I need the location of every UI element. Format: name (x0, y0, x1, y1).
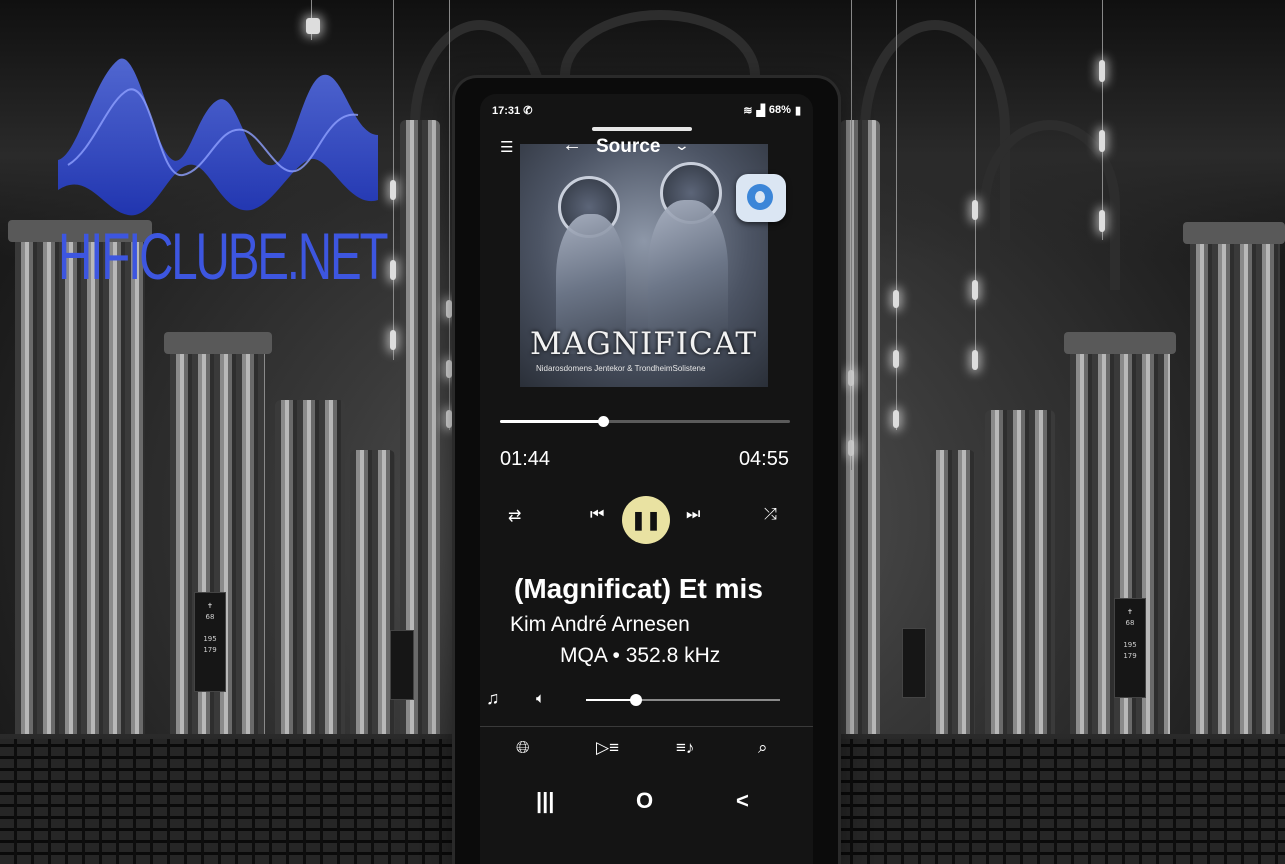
pillar (1190, 230, 1280, 774)
hanging-lamp (972, 280, 978, 300)
album-art[interactable]: MAGNIFICAT Nidarosdomens Jentekor & Tron… (520, 144, 768, 387)
volume-fill (586, 699, 637, 701)
hanging-lamp (390, 260, 396, 280)
source-title[interactable]: Source (596, 136, 660, 158)
hanging-lamp (446, 300, 452, 318)
pillar (15, 230, 145, 774)
status-left: 17:31 ✆ (492, 104, 532, 117)
hanging-lamp (306, 18, 320, 34)
hanging-lamp (893, 410, 899, 428)
elapsed-time: 01:44 (500, 448, 551, 470)
signal-icon: ▟ (756, 104, 765, 117)
android-nav-bar: ||| O < (480, 784, 813, 820)
status-right: ≋ ▟ 68% ▮ (743, 104, 801, 117)
search-icon[interactable]: ⌕ (758, 738, 768, 758)
pause-icon: ❚❚ (630, 510, 662, 530)
hanging-lamp (972, 200, 978, 220)
music-player-screen: 17:31 ✆ ≋ ▟ 68% ▮ ☰ MAGNIFICAT Nidarosdo… (480, 94, 813, 864)
seek-bar[interactable] (500, 416, 790, 427)
drag-handle[interactable] (592, 127, 692, 131)
hymn-board: ✝ 68 195 179 (1114, 598, 1146, 698)
seek-bar-thumb[interactable] (597, 416, 609, 427)
track-artist[interactable]: Kim André Arnesen (510, 613, 690, 637)
pillar (840, 120, 880, 774)
status-bar: 17:31 ✆ ≋ ▟ 68% ▮ (492, 102, 801, 118)
repeat-icon[interactable]: ⇄ (508, 506, 521, 526)
total-time: 04:55 (738, 448, 789, 470)
hanging-lamp (893, 350, 899, 368)
pillar (985, 410, 1055, 774)
pause-button[interactable]: ❚❚ (622, 496, 670, 544)
volume-row: ♫ 🔈︎ (480, 688, 813, 712)
logo-text: HIFICLUBE.NET (58, 219, 389, 293)
volume-thumb[interactable] (630, 694, 643, 706)
hanging-lamp (1099, 210, 1105, 232)
divider (480, 726, 813, 727)
wifi-icon: ≋ (743, 104, 753, 117)
speaker-icon[interactable]: 🔈︎ (536, 690, 545, 707)
hanging-lamp (1099, 130, 1105, 152)
hanging-lamp (1099, 60, 1105, 82)
pillar (350, 450, 395, 774)
hanging-lamp (446, 360, 452, 378)
volume-slider[interactable] (586, 694, 780, 706)
hanging-lamp (390, 330, 396, 350)
pillar (275, 400, 345, 774)
hanging-lamp (848, 440, 854, 456)
hanging-lamp (893, 290, 899, 308)
whatsapp-badge[interactable] (736, 174, 786, 222)
hamburger-icon[interactable]: ☰ (500, 138, 513, 156)
recents-button[interactable]: ||| (536, 788, 554, 814)
queue-play-icon[interactable]: ▷≡ (596, 738, 619, 758)
hificlube-logo: HIFICLUBE.NET (58, 40, 389, 293)
pillar-capital (1064, 332, 1176, 354)
pillar (930, 450, 975, 774)
back-button[interactable]: < (736, 788, 749, 814)
battery-level: 68% (768, 104, 791, 116)
chair-rows-right (836, 739, 1285, 864)
pillar (1070, 340, 1170, 774)
chair-rows-left (0, 739, 455, 864)
album-art-subtitle: Nidarosdomens Jentekor & TrondheimSolist… (536, 364, 706, 373)
hymn-board: ✝ 68 195 179 (194, 592, 226, 692)
playlist-icon[interactable]: ≡♪ (676, 738, 694, 758)
pillar (170, 340, 265, 774)
status-time: 17:31 (492, 104, 521, 117)
shuffle-icon[interactable]: ⤮ (764, 506, 777, 524)
back-arrow-icon[interactable]: ← (562, 134, 582, 157)
whatsapp-icon: ✆ (523, 104, 533, 117)
hanging-lamp (848, 370, 854, 386)
seek-bar-fill (500, 420, 603, 423)
music-note-icon[interactable]: ♫ (486, 688, 500, 709)
track-title: (Magnificat) Et mis (514, 573, 763, 604)
skip-next-icon[interactable]: ⏭ (686, 506, 700, 524)
globe-icon[interactable]: 🌐︎ (516, 738, 530, 758)
chevron-down-icon[interactable]: ⌄ (674, 137, 690, 154)
audio-quality: MQA • 352.8 kHz (560, 644, 721, 667)
hymn-board (390, 630, 414, 700)
pillar-capital (1183, 222, 1285, 244)
hanging-lamp (390, 180, 396, 200)
waveform-logo-icon (58, 58, 378, 216)
hanging-lamp (972, 350, 978, 370)
album-art-title: MAGNIFICAT (530, 326, 758, 362)
pillar-capital (164, 332, 272, 354)
battery-icon: ▮ (794, 104, 801, 117)
skip-previous-icon[interactable]: ⏮ (590, 506, 604, 524)
hymn-board (902, 628, 926, 698)
hanging-lamp (446, 410, 452, 428)
home-button[interactable]: O (636, 788, 653, 814)
